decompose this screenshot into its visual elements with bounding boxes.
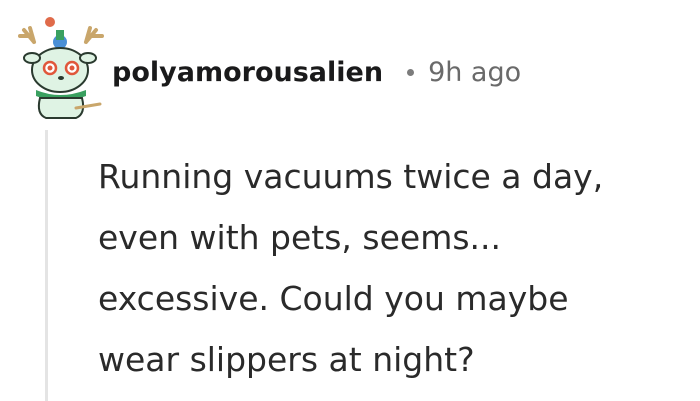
avatar[interactable] xyxy=(16,12,106,122)
timestamp[interactable]: 9h ago xyxy=(428,57,521,88)
comment: polyamorousalien 9h ago Running vacuums … xyxy=(0,0,700,401)
comment-body: Running vacuums twice a day, even with p… xyxy=(98,146,698,390)
comment-body-line: wear slippers at night? xyxy=(98,340,475,379)
comment-body-line: Running vacuums twice a day, xyxy=(98,157,604,196)
comment-body-line: excessive. Could you maybe xyxy=(98,279,569,318)
username-link[interactable]: polyamorousalien xyxy=(112,57,383,88)
reindeer-avatar-icon xyxy=(18,17,104,119)
thread-line[interactable] xyxy=(45,130,48,401)
comment-body-line: even with pets, seems... xyxy=(98,218,502,257)
comment-header: polyamorousalien 9h ago xyxy=(112,44,521,100)
separator-dot-icon xyxy=(407,68,415,76)
